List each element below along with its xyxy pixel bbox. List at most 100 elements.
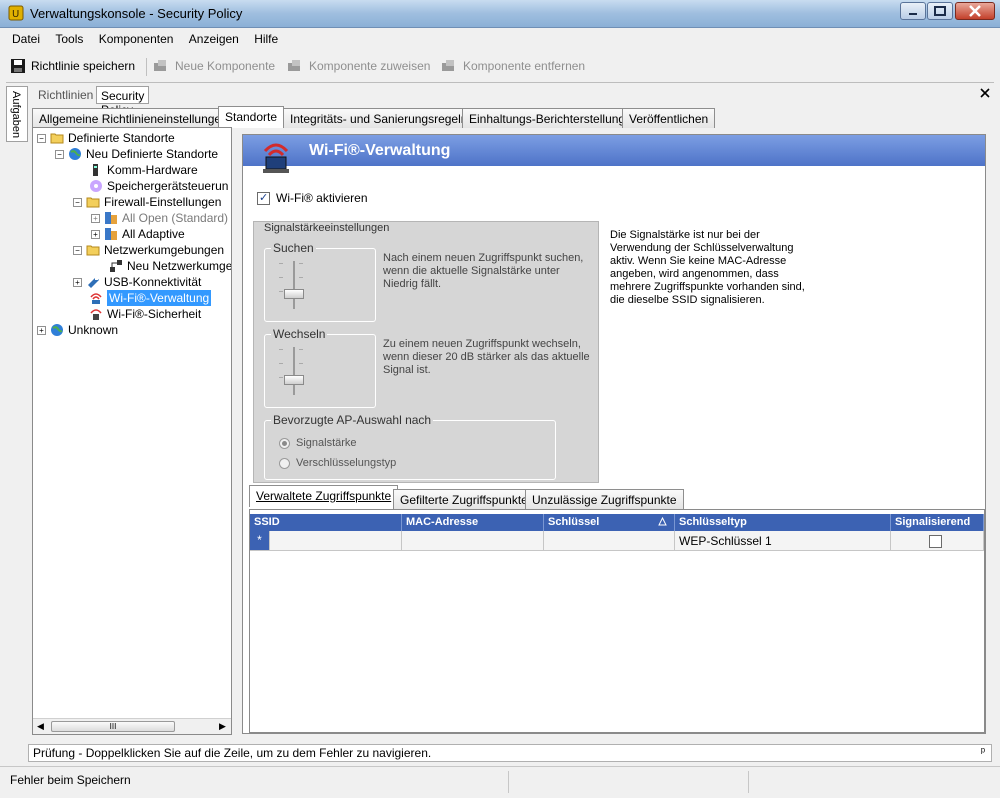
- tree-node-unknown[interactable]: + Unknown: [37, 322, 118, 338]
- tree-horizontal-scrollbar[interactable]: ◀ III ▶: [33, 718, 231, 734]
- encryption-type-label: Verschlüsselungstyp: [296, 457, 397, 469]
- cell-keytype[interactable]: WEP-Schlüssel 1: [675, 531, 891, 551]
- network-icon: [110, 260, 122, 272]
- slider-tick: [299, 263, 303, 264]
- minimize-button[interactable]: [900, 2, 926, 20]
- component-icon: [288, 60, 300, 71]
- tab-compliance-reporting[interactable]: Einhaltungs-Berichterstellung: [462, 108, 633, 128]
- col-ssid[interactable]: SSID: [250, 514, 402, 531]
- tab-unauthorized-aps[interactable]: Unzulässige Zugriffspunkte: [525, 489, 684, 509]
- maximize-button[interactable]: [927, 2, 953, 20]
- location-tree: − Definierte Standorte − Neu Definierte …: [32, 127, 232, 735]
- tree-node-all-open[interactable]: + All Open (Standard): [91, 210, 228, 226]
- sort-ascending-icon: [658, 517, 667, 526]
- toolbar: Richtlinie speichern Neue Komponente Kom…: [6, 54, 994, 80]
- cell-signaling: [891, 531, 984, 551]
- pin-icon[interactable]: ᵖ: [981, 746, 985, 758]
- tasks-side-tab[interactable]: Aufgaben: [6, 86, 28, 142]
- signal-strength-radio[interactable]: [279, 437, 290, 449]
- tree-node-storage-control[interactable]: Speichergerätsteuerun: [89, 178, 228, 194]
- minimize-icon: [909, 13, 917, 15]
- toolbar-separator: [146, 58, 147, 76]
- assign-component-button[interactable]: Komponente zuweisen: [286, 58, 430, 74]
- tree-node-firewall-settings[interactable]: − Firewall-Einstellungen: [73, 194, 221, 210]
- cell-key[interactable]: [544, 531, 675, 551]
- slider-tick: [279, 377, 283, 378]
- access-point-grid: SSID MAC-Adresse Schlüssel Schlüsseltyp …: [249, 509, 985, 733]
- radio-row-signal[interactable]: Signalstärke: [279, 437, 357, 449]
- scroll-left-arrow-icon[interactable]: ◀: [37, 721, 44, 732]
- tasks-side-tab-label: Aufgaben: [10, 91, 22, 139]
- tree-node-wifi-security[interactable]: Wi-Fi®-Sicherheit: [89, 306, 201, 322]
- tree-node-comm-hardware[interactable]: Komm-Hardware: [89, 162, 198, 178]
- encryption-type-radio[interactable]: [279, 457, 290, 469]
- switch-group: Wechseln: [264, 327, 376, 408]
- tab-integrity-rules[interactable]: Integritäts- und Sanierungsregeln: [283, 108, 475, 128]
- tree-node-new-network-environment[interactable]: Neu Netzwerkumge: [109, 258, 231, 274]
- tree-node-usb-connectivity[interactable]: + USB-Konnektivität: [73, 274, 201, 290]
- slider-tick: [279, 277, 283, 278]
- assign-component-label: Komponente zuweisen: [309, 59, 431, 73]
- tab-richtlinien[interactable]: Richtlinien: [34, 86, 97, 104]
- policy-tab-strip: Allgemeine Richtlinieneinstellungen Stan…: [32, 106, 992, 128]
- tab-general-settings[interactable]: Allgemeine Richtlinieneinstellungen: [32, 108, 235, 128]
- tree-node-network-environments[interactable]: − Netzwerkumgebungen: [73, 242, 224, 258]
- menu-datei[interactable]: Datei: [6, 28, 46, 50]
- menu-tools[interactable]: Tools: [49, 28, 89, 50]
- firewall-policy-icon: [105, 212, 117, 224]
- collapse-icon[interactable]: −: [55, 149, 64, 159]
- expand-icon[interactable]: +: [37, 325, 46, 335]
- search-slider-thumb[interactable]: [284, 289, 304, 299]
- remove-component-button[interactable]: Komponente entfernen: [440, 58, 585, 74]
- tree-node-wifi-management[interactable]: Wi-Fi®-Verwaltung: [89, 290, 212, 306]
- col-key[interactable]: Schlüssel: [544, 514, 675, 531]
- expand-icon[interactable]: +: [91, 213, 100, 223]
- expand-icon[interactable]: +: [91, 229, 100, 239]
- tab-filtered-aps[interactable]: Gefilterte Zugriffspunkte: [393, 489, 535, 509]
- disc-icon: [90, 180, 102, 192]
- validation-bar[interactable]: Prüfung - Doppelklicken Sie auf die Zeil…: [28, 744, 992, 762]
- menu-hilfe[interactable]: Hilfe: [248, 28, 284, 50]
- radio-row-encryption[interactable]: Verschlüsselungstyp: [279, 457, 396, 469]
- menu-komponenten[interactable]: Komponenten: [93, 28, 180, 50]
- save-policy-label: Richtlinie speichern: [31, 59, 136, 73]
- switch-slider-thumb[interactable]: [284, 375, 304, 385]
- collapse-icon[interactable]: −: [73, 197, 82, 207]
- validation-message: Prüfung - Doppelklicken Sie auf die Zeil…: [33, 746, 432, 760]
- cell-mac[interactable]: [402, 531, 544, 551]
- tab-locations[interactable]: Standorte: [218, 106, 285, 128]
- scroll-thumb[interactable]: III: [51, 721, 175, 732]
- wifi-enable-label: Wi-Fi® aktivieren: [276, 191, 368, 205]
- signaling-checkbox[interactable]: [929, 535, 942, 548]
- panel-header: Wi-Fi®-Verwaltung: [243, 135, 985, 166]
- tree-node-defined-locations[interactable]: − Definierte Standorte: [37, 130, 175, 146]
- svg-text:U: U: [12, 9, 19, 20]
- new-component-button[interactable]: Neue Komponente: [152, 58, 275, 74]
- new-row-marker: *: [250, 531, 270, 551]
- cell-ssid[interactable]: [270, 531, 402, 551]
- menu-anzeigen[interactable]: Anzeigen: [183, 28, 245, 50]
- col-keytype[interactable]: Schlüsseltyp: [675, 514, 891, 531]
- tab-security-policy[interactable]: Security Policy: [96, 86, 150, 117]
- wifi-enable-checkbox[interactable]: [257, 191, 270, 205]
- tree-node-new-defined-location[interactable]: − Neu Definierte Standorte: [55, 146, 218, 162]
- col-mac[interactable]: MAC-Adresse: [402, 514, 544, 531]
- expand-icon[interactable]: +: [73, 277, 82, 287]
- folder-icon: [86, 245, 100, 256]
- folder-icon: [50, 133, 64, 144]
- tab-publish[interactable]: Veröffentlichen: [622, 108, 716, 128]
- tab-managed-aps[interactable]: Verwaltete Zugriffspunkte: [249, 485, 399, 507]
- scroll-right-arrow-icon[interactable]: ▶: [219, 721, 226, 732]
- slider-tick: [299, 349, 303, 350]
- close-window-button[interactable]: [955, 2, 995, 20]
- col-signaling[interactable]: Signalisierend: [891, 514, 984, 531]
- save-policy-button[interactable]: Richtlinie speichern: [10, 58, 135, 74]
- wifi-icon: [90, 293, 102, 304]
- close-document-button[interactable]: [980, 86, 990, 101]
- tree-node-all-adaptive[interactable]: + All Adaptive: [91, 226, 185, 242]
- ap-selection-group: Bevorzugte AP-Auswahl nach Signalstärke …: [264, 413, 556, 480]
- collapse-icon[interactable]: −: [37, 133, 46, 143]
- slider-tick: [279, 363, 283, 364]
- slider-tick: [279, 291, 283, 292]
- collapse-icon[interactable]: −: [73, 245, 82, 255]
